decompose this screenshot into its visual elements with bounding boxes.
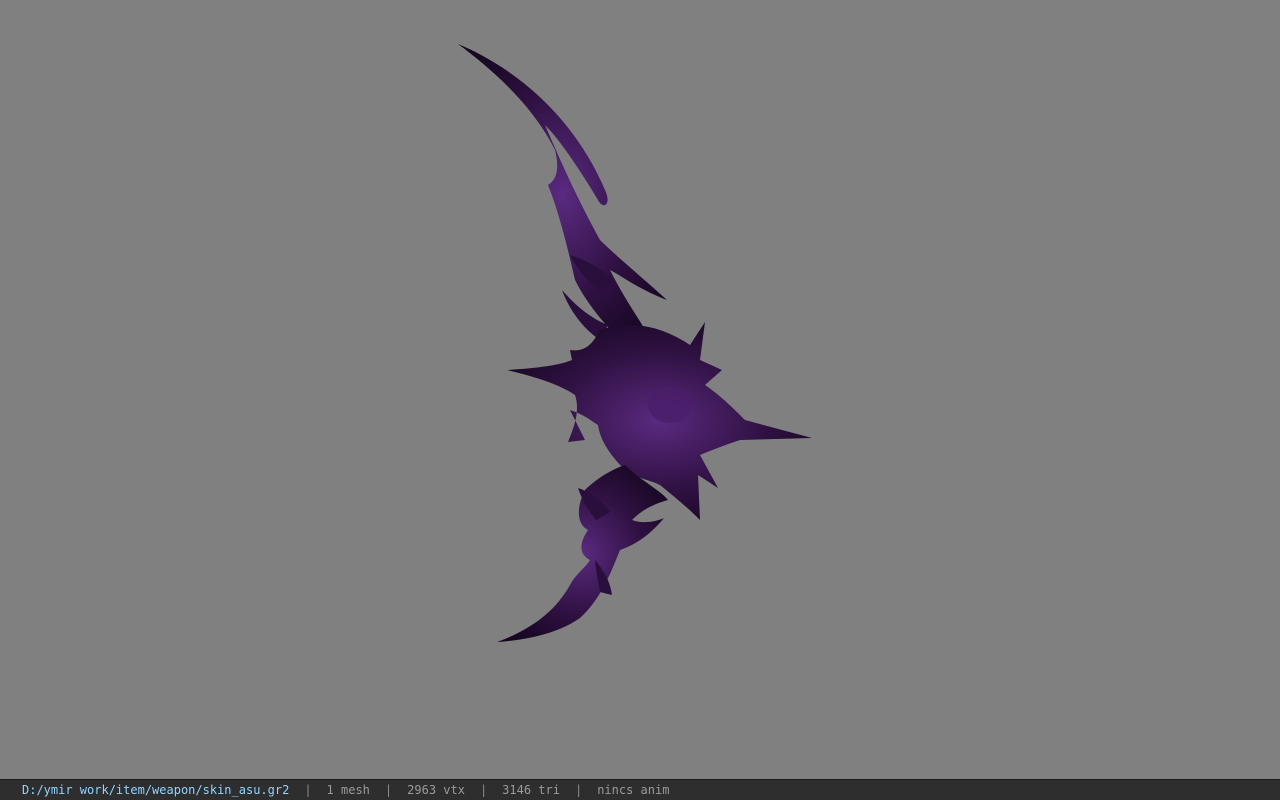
vertex-count: 2963 vtx: [407, 783, 465, 797]
separator: |: [479, 783, 488, 797]
animation-status: nincs anim: [597, 783, 670, 797]
bow-rune: [648, 387, 692, 423]
model-viewport[interactable]: [0, 0, 1280, 779]
mesh-count: 1 mesh: [326, 783, 370, 797]
status-bar: D:/ymir work/item/weapon/skin_asu.gr2 | …: [0, 779, 1280, 800]
file-path: D:/ymir work/item/weapon/skin_asu.gr2: [22, 783, 290, 797]
bow-grip: [507, 322, 812, 520]
separator: |: [384, 783, 393, 797]
bow-upper-limb: [458, 44, 667, 345]
purple-spiked-bow-model: [458, 44, 812, 642]
separator: |: [304, 783, 312, 797]
triangle-count: 3146 tri: [502, 783, 560, 797]
separator: |: [574, 783, 583, 797]
